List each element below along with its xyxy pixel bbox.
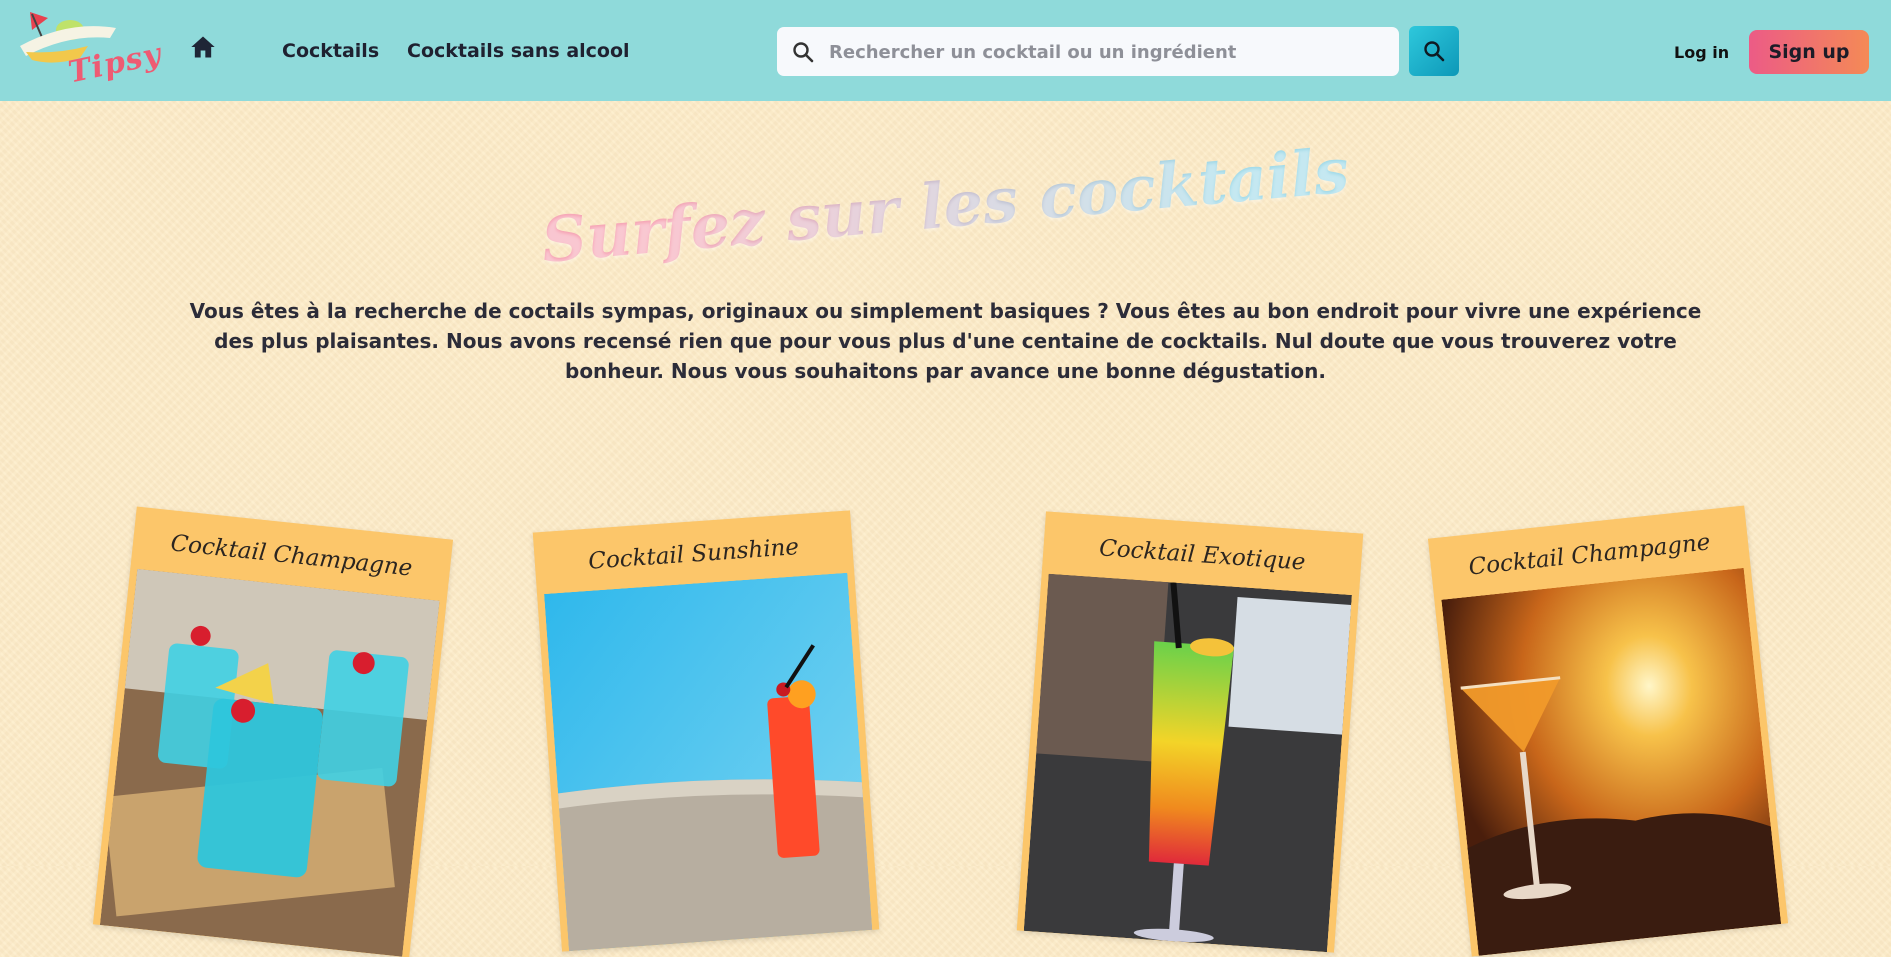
hero-title: Surfez sur les cocktails [0, 87, 1890, 325]
cocktail-card[interactable]: Cocktail Champagne [1427, 505, 1789, 957]
search-bar [777, 27, 1399, 78]
signup-button[interactable]: Sign up [1749, 30, 1869, 74]
cocktail-card[interactable]: Cocktail Champagne [92, 506, 454, 957]
search-input[interactable] [827, 27, 1391, 78]
card-image [1023, 573, 1352, 953]
card-image [544, 572, 873, 952]
tipsy-logo[interactable]: Tipsy [18, 8, 165, 92]
login-link[interactable]: Log in [1674, 43, 1729, 62]
nav-cocktails[interactable]: Cocktails [282, 40, 379, 62]
blue-cocktail-photo [99, 568, 440, 957]
cocktail-card[interactable]: Cocktail Sunshine [532, 510, 880, 952]
rainbow-cocktail-photo [1023, 573, 1352, 953]
card-image [1441, 567, 1782, 956]
home-icon [191, 36, 215, 58]
home-button[interactable] [189, 33, 217, 61]
search-icon [1424, 41, 1445, 62]
nav-cocktails-sans-alcool[interactable]: Cocktails sans alcool [407, 40, 630, 62]
search-submit-button[interactable] [1409, 26, 1459, 76]
search-icon [793, 42, 814, 63]
cocktail-card[interactable]: Cocktail Exotique [1016, 511, 1364, 953]
martini-sunset-photo [1441, 567, 1782, 956]
orange-drink-pool-photo [544, 572, 873, 952]
hero-description: Vous êtes à la recherche de coctails sym… [189, 299, 1702, 383]
card-image [99, 568, 440, 957]
top-navbar: Tipsy Cocktails Cocktails sans alcool Lo… [0, 0, 1891, 101]
